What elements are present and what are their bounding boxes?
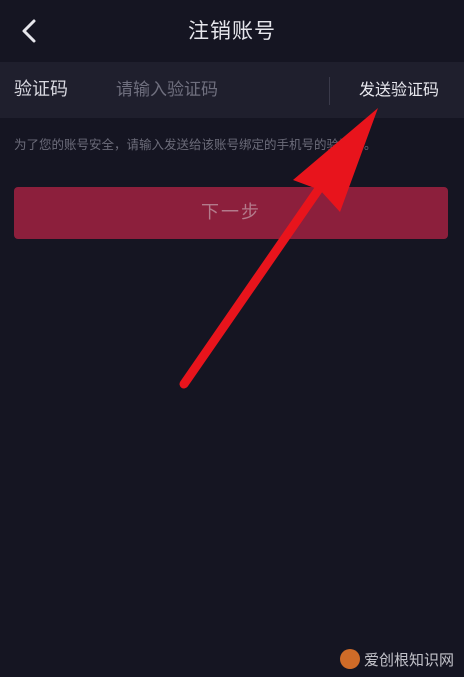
navbar: 注销账号 bbox=[0, 0, 464, 62]
page-title: 注销账号 bbox=[188, 19, 276, 43]
watermark-text: 爱创根知识网 bbox=[363, 650, 454, 669]
watermark: 爱创根知识网 bbox=[339, 647, 454, 671]
watermark-logo-icon bbox=[339, 649, 360, 669]
security-hint: 为了您的账号安全，请输入发送给该账号绑定的手机号的验证码。 bbox=[14, 137, 377, 152]
verification-code-row: 验证码 发送验证码 bbox=[0, 62, 464, 118]
screen: 注销账号 验证码 发送验证码 为了您的账号安全，请输入发送给该账号绑定的手机号的… bbox=[0, 0, 464, 677]
next-step-button[interactable]: 下一步 bbox=[14, 187, 448, 239]
verification-code-input[interactable] bbox=[116, 74, 316, 106]
verification-code-label: 验证码 bbox=[14, 79, 68, 100]
field-divider bbox=[329, 77, 330, 105]
send-code-button[interactable]: 发送验证码 bbox=[344, 62, 454, 118]
